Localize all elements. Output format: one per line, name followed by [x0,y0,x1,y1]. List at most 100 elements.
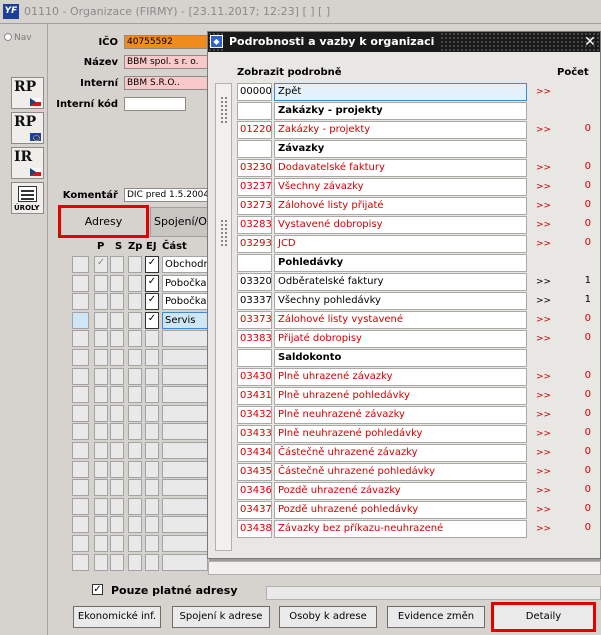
zp-cell[interactable] [128,311,142,329]
p-cell[interactable] [94,553,108,571]
row-arrow[interactable]: >> [536,410,551,420]
zp-cell[interactable] [128,330,142,348]
row-arrow[interactable]: >> [536,163,551,173]
change-log-button[interactable]: Evidence změn [387,606,485,628]
s-cell[interactable] [110,330,124,348]
row-selector[interactable] [72,349,89,366]
ej-cell[interactable] [145,349,159,366]
row-arrow[interactable]: >> [536,372,551,382]
s-cell[interactable] [110,349,124,366]
nav-radio[interactable]: Nav [4,33,32,43]
zp-cell[interactable] [128,274,142,292]
row-name[interactable]: Zálohové listy vystavené [274,311,527,329]
row-name[interactable]: Pozdě uhrazené pohledávky [274,501,527,519]
zp-cell[interactable] [128,293,142,311]
p-cell[interactable] [94,293,108,311]
ej-cell[interactable] [145,367,159,385]
bottom-scroll-track[interactable] [266,586,601,600]
row-code[interactable]: 03237 [237,178,272,196]
row-name[interactable]: Plně neuhrazené pohledávky [274,425,527,443]
zp-cell[interactable] [128,553,142,571]
s-cell[interactable] [110,274,124,292]
p-cell[interactable] [94,442,108,459]
ej-cell[interactable] [145,442,159,459]
cast-cell[interactable] [162,553,208,571]
zp-cell[interactable] [128,516,142,534]
row-arrow[interactable]: >> [536,448,551,458]
cast-cell[interactable] [162,497,208,515]
row-arrow[interactable]: >> [536,182,551,192]
row-name[interactable]: Plně uhrazené pohledávky [274,387,527,405]
s-cell[interactable] [110,442,124,459]
row-name[interactable]: Vystavené dobropisy [274,216,527,234]
cast-cell[interactable] [162,386,208,404]
s-cell[interactable] [110,460,124,478]
row-name[interactable]: Všechny pohledávky [274,292,527,310]
zp-cell[interactable] [128,479,142,497]
details-button[interactable]: Detaily [491,602,596,632]
ir-cz-button[interactable]: IR [11,147,44,179]
row-code[interactable]: 03337 [237,292,272,310]
p-cell[interactable] [94,330,108,348]
row-arrow[interactable]: >> [536,334,551,344]
cast-cell[interactable] [162,516,208,534]
row-code[interactable]: 01220 [237,121,272,139]
row-selector[interactable] [72,442,89,459]
ej-cell[interactable]: ✓ [145,311,159,329]
ej-cell[interactable]: ✓ [145,293,159,311]
zp-cell[interactable] [128,367,142,385]
rp-eu-button[interactable]: RP [11,112,44,144]
ej-cell[interactable] [145,479,159,497]
row-name[interactable]: Zálohové listy přijaté [274,197,527,215]
row-name[interactable]: Přijaté dobropisy [274,330,527,348]
row-name[interactable]: Zakázky - projekty [274,102,527,120]
row-name[interactable]: Závazky [274,140,527,158]
cast-cell[interactable]: Servis [162,311,208,329]
row-code[interactable]: 03436 [237,482,272,500]
row-name[interactable]: Plně uhrazené závazky [274,368,527,386]
interni-kod-field[interactable] [124,97,186,111]
row-code[interactable]: 03320 [237,273,272,291]
row-arrow[interactable]: >> [536,277,551,287]
p-cell[interactable] [94,460,108,478]
close-icon[interactable]: ✕ [583,35,597,49]
cast-cell[interactable]: Pobočka [162,293,208,311]
row-code[interactable]: 03230 [237,159,272,177]
row-name[interactable]: Částečně uhrazené pohledávky [274,463,527,481]
economic-info-button[interactable]: Ekonomické inf. [73,606,161,628]
row-name[interactable]: JCD [274,235,527,253]
ej-cell[interactable] [145,460,159,478]
row-selector[interactable] [72,404,89,422]
ej-cell[interactable] [145,386,159,404]
cast-cell[interactable] [162,479,208,497]
row-arrow[interactable]: >> [536,201,551,211]
row-arrow[interactable]: >> [536,87,551,97]
s-cell[interactable] [110,497,124,515]
row-code[interactable]: 03431 [237,387,272,405]
p-cell[interactable] [94,516,108,534]
row-name[interactable]: Všechny závazky [274,178,527,196]
row-name[interactable]: Závazky bez příkazu-neuhrazené [274,520,527,538]
row-arrow[interactable]: >> [536,296,551,306]
row-code[interactable]: 03432 [237,406,272,424]
ej-cell[interactable] [145,423,159,441]
row-selector[interactable] [72,423,89,441]
p-cell[interactable] [94,479,108,497]
row-name[interactable]: Pohledávky [274,254,527,272]
row-code[interactable]: 03373 [237,311,272,329]
row-arrow[interactable]: >> [536,486,551,496]
s-cell[interactable] [110,404,124,422]
row-name[interactable]: Částečně uhrazené závazky [274,444,527,462]
row-code[interactable] [237,140,272,158]
row-selector[interactable] [72,311,89,329]
row-selector[interactable] [72,497,89,515]
only-valid-checkbox[interactable]: ✓ [92,584,103,595]
zp-cell[interactable] [128,423,142,441]
s-cell[interactable] [110,423,124,441]
row-selector[interactable] [72,330,89,348]
row-arrow[interactable]: >> [536,467,551,477]
row-arrow[interactable]: >> [536,315,551,325]
cast-cell[interactable] [162,349,208,366]
zp-cell[interactable] [128,535,142,552]
zp-cell[interactable] [128,497,142,515]
